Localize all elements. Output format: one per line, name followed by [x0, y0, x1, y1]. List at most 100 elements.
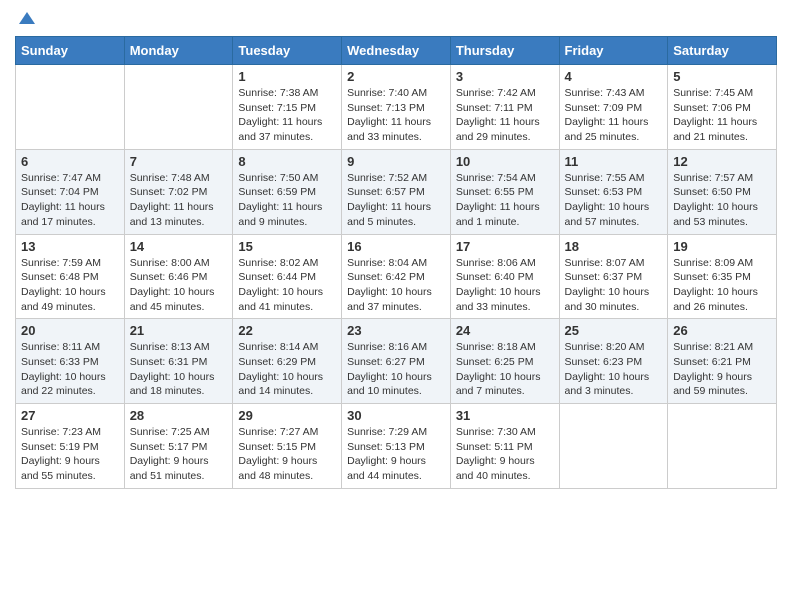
day-info: Sunrise: 7:40 AMSunset: 7:13 PMDaylight:… [347, 86, 445, 145]
calendar-day-cell [124, 65, 233, 150]
day-info: Sunrise: 7:47 AMSunset: 7:04 PMDaylight:… [21, 171, 119, 230]
day-number: 1 [238, 69, 336, 84]
day-number: 22 [238, 323, 336, 338]
day-info: Sunrise: 7:25 AMSunset: 5:17 PMDaylight:… [130, 425, 228, 484]
calendar-day-cell: 11Sunrise: 7:55 AMSunset: 6:53 PMDayligh… [559, 149, 668, 234]
calendar-day-cell: 1 Sunrise: 7:38 AMSunset: 7:15 PMDaylight… [233, 65, 342, 150]
calendar-day-cell: 10 Sunrise: 7:54 AMSunset: 6:55 PMDayligh… [450, 149, 559, 234]
calendar-day-cell: 16 Sunrise: 8:04 AMSunset: 6:42 PMDayligh… [342, 234, 451, 319]
calendar-day-cell: 13Sunrise: 7:59 AMSunset: 6:48 PMDayligh… [16, 234, 125, 319]
day-number: 24 [456, 323, 554, 338]
calendar-day-cell [559, 404, 668, 489]
calendar-day-cell: 2 Sunrise: 7:40 AMSunset: 7:13 PMDaylight… [342, 65, 451, 150]
weekday-header: Monday [124, 37, 233, 65]
calendar-day-cell: 15 Sunrise: 8:02 AMSunset: 6:44 PMDayligh… [233, 234, 342, 319]
calendar-day-cell: 27 Sunrise: 7:23 AMSunset: 5:19 PMDayligh… [16, 404, 125, 489]
calendar-week-row: 6 Sunrise: 7:47 AMSunset: 7:04 PMDaylight… [16, 149, 777, 234]
calendar-day-cell: 28 Sunrise: 7:25 AMSunset: 5:17 PMDayligh… [124, 404, 233, 489]
day-info: Sunrise: 7:59 AMSunset: 6:48 PMDaylight:… [21, 256, 119, 315]
calendar-header-row: SundayMondayTuesdayWednesdayThursdayFrid… [16, 37, 777, 65]
day-info: Sunrise: 7:57 AMSunset: 6:50 PMDaylight:… [673, 171, 771, 230]
day-number: 5 [673, 69, 771, 84]
day-info: Sunrise: 7:48 AMSunset: 7:02 PMDaylight:… [130, 171, 228, 230]
day-number: 9 [347, 154, 445, 169]
logo [15, 10, 37, 30]
calendar-day-cell: 26 Sunrise: 8:21 AMSunset: 6:21 PMDayligh… [668, 319, 777, 404]
day-info: Sunrise: 8:11 AMSunset: 6:33 PMDaylight:… [21, 340, 119, 399]
weekday-header: Sunday [16, 37, 125, 65]
day-info: Sunrise: 8:16 AMSunset: 6:27 PMDaylight:… [347, 340, 445, 399]
calendar-day-cell: 21Sunrise: 8:13 AMSunset: 6:31 PMDayligh… [124, 319, 233, 404]
calendar-day-cell: 9 Sunrise: 7:52 AMSunset: 6:57 PMDaylight… [342, 149, 451, 234]
calendar-day-cell: 24 Sunrise: 8:18 AMSunset: 6:25 PMDayligh… [450, 319, 559, 404]
day-info: Sunrise: 8:13 AMSunset: 6:31 PMDaylight:… [130, 340, 228, 399]
calendar-day-cell: 23 Sunrise: 8:16 AMSunset: 6:27 PMDayligh… [342, 319, 451, 404]
day-number: 2 [347, 69, 445, 84]
day-info: Sunrise: 7:29 AMSunset: 5:13 PMDaylight:… [347, 425, 445, 484]
day-number: 23 [347, 323, 445, 338]
day-info: Sunrise: 8:14 AMSunset: 6:29 PMDaylight:… [238, 340, 336, 399]
day-info: Sunrise: 8:09 AMSunset: 6:35 PMDaylight:… [673, 256, 771, 315]
day-number: 12 [673, 154, 771, 169]
day-number: 31 [456, 408, 554, 423]
calendar-day-cell [16, 65, 125, 150]
calendar-week-row: 27 Sunrise: 7:23 AMSunset: 5:19 PMDayligh… [16, 404, 777, 489]
day-number: 14 [130, 239, 228, 254]
day-number: 15 [238, 239, 336, 254]
day-info: Sunrise: 7:55 AMSunset: 6:53 PMDaylight:… [565, 171, 663, 230]
calendar-table: SundayMondayTuesdayWednesdayThursdayFrid… [15, 36, 777, 489]
day-number: 25 [565, 323, 663, 338]
calendar-day-cell: 31 Sunrise: 7:30 AMSunset: 5:11 PMDayligh… [450, 404, 559, 489]
day-number: 6 [21, 154, 119, 169]
day-info: Sunrise: 7:52 AMSunset: 6:57 PMDaylight:… [347, 171, 445, 230]
day-number: 8 [238, 154, 336, 169]
calendar-week-row: 13Sunrise: 7:59 AMSunset: 6:48 PMDayligh… [16, 234, 777, 319]
day-number: 28 [130, 408, 228, 423]
day-info: Sunrise: 7:23 AMSunset: 5:19 PMDaylight:… [21, 425, 119, 484]
day-number: 30 [347, 408, 445, 423]
calendar-day-cell: 22 Sunrise: 8:14 AMSunset: 6:29 PMDayligh… [233, 319, 342, 404]
day-info: Sunrise: 7:50 AMSunset: 6:59 PMDaylight:… [238, 171, 336, 230]
day-info: Sunrise: 8:18 AMSunset: 6:25 PMDaylight:… [456, 340, 554, 399]
day-info: Sunrise: 8:20 AMSunset: 6:23 PMDaylight:… [565, 340, 663, 399]
calendar-day-cell: 20 Sunrise: 8:11 AMSunset: 6:33 PMDayligh… [16, 319, 125, 404]
day-info: Sunrise: 7:27 AMSunset: 5:15 PMDaylight:… [238, 425, 336, 484]
calendar-day-cell: 5Sunrise: 7:45 AMSunset: 7:06 PMDaylight… [668, 65, 777, 150]
day-number: 19 [673, 239, 771, 254]
weekday-header: Saturday [668, 37, 777, 65]
header [15, 10, 777, 30]
calendar-day-cell: 7Sunrise: 7:48 AMSunset: 7:02 PMDaylight… [124, 149, 233, 234]
weekday-header: Thursday [450, 37, 559, 65]
day-number: 29 [238, 408, 336, 423]
calendar-day-cell: 17Sunrise: 8:06 AMSunset: 6:40 PMDayligh… [450, 234, 559, 319]
day-info: Sunrise: 7:42 AMSunset: 7:11 PMDaylight:… [456, 86, 554, 145]
day-number: 18 [565, 239, 663, 254]
page: SundayMondayTuesdayWednesdayThursdayFrid… [0, 0, 792, 504]
day-number: 3 [456, 69, 554, 84]
day-info: Sunrise: 7:54 AMSunset: 6:55 PMDaylight:… [456, 171, 554, 230]
day-info: Sunrise: 8:06 AMSunset: 6:40 PMDaylight:… [456, 256, 554, 315]
calendar-day-cell: 4Sunrise: 7:43 AMSunset: 7:09 PMDaylight… [559, 65, 668, 150]
day-info: Sunrise: 7:43 AMSunset: 7:09 PMDaylight:… [565, 86, 663, 145]
weekday-header: Friday [559, 37, 668, 65]
calendar-day-cell: 25 Sunrise: 8:20 AMSunset: 6:23 PMDayligh… [559, 319, 668, 404]
day-info: Sunrise: 8:02 AMSunset: 6:44 PMDaylight:… [238, 256, 336, 315]
calendar-day-cell: 30 Sunrise: 7:29 AMSunset: 5:13 PMDayligh… [342, 404, 451, 489]
day-info: Sunrise: 8:21 AMSunset: 6:21 PMDaylight:… [673, 340, 771, 399]
weekday-header: Tuesday [233, 37, 342, 65]
calendar-day-cell: 3 Sunrise: 7:42 AMSunset: 7:11 PMDaylight… [450, 65, 559, 150]
day-info: Sunrise: 8:00 AMSunset: 6:46 PMDaylight:… [130, 256, 228, 315]
calendar-day-cell [668, 404, 777, 489]
day-info: Sunrise: 7:38 AMSunset: 7:15 PMDaylight:… [238, 86, 336, 145]
calendar-day-cell: 12 Sunrise: 7:57 AMSunset: 6:50 PMDayligh… [668, 149, 777, 234]
day-info: Sunrise: 7:30 AMSunset: 5:11 PMDaylight:… [456, 425, 554, 484]
day-number: 16 [347, 239, 445, 254]
weekday-header: Wednesday [342, 37, 451, 65]
day-number: 26 [673, 323, 771, 338]
calendar-day-cell: 6 Sunrise: 7:47 AMSunset: 7:04 PMDaylight… [16, 149, 125, 234]
day-info: Sunrise: 8:04 AMSunset: 6:42 PMDaylight:… [347, 256, 445, 315]
day-number: 27 [21, 408, 119, 423]
calendar-day-cell: 29 Sunrise: 7:27 AMSunset: 5:15 PMDayligh… [233, 404, 342, 489]
day-number: 20 [21, 323, 119, 338]
day-number: 10 [456, 154, 554, 169]
